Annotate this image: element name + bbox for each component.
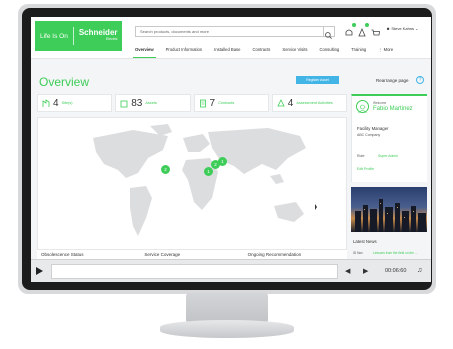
mouse-cursor-icon xyxy=(315,204,317,210)
profile-role: Facility Manager xyxy=(357,126,389,131)
latest-news-heading: Latest News xyxy=(353,239,377,244)
monitor-bezel: Life Is On Schneider Electric Search pro… xyxy=(22,8,432,290)
top-header: Life Is On Schneider Electric Search pro… xyxy=(31,17,431,59)
nav-more[interactable]: ⋮ More xyxy=(372,45,399,57)
chevron-down-icon: ⌄ xyxy=(415,26,419,31)
stat-assets-count: 83 xyxy=(131,97,143,109)
monitor-stand-base xyxy=(160,320,294,338)
forward-icon[interactable]: ▶ xyxy=(363,267,368,275)
main-nav: Overview Product Information Installed B… xyxy=(129,45,399,58)
notification-icon[interactable] xyxy=(345,23,356,36)
welcome-label: Welcome xyxy=(373,101,387,105)
page-title: Overview xyxy=(39,75,90,89)
map-marker[interactable]: 1 xyxy=(218,157,227,166)
cart-icon[interactable] xyxy=(371,25,380,36)
asset-icon xyxy=(120,100,128,107)
search-icon xyxy=(325,32,332,39)
nav-more-label: More xyxy=(383,47,394,52)
map-marker[interactable]: 2 xyxy=(161,165,170,174)
help-icon[interactable]: ? xyxy=(416,76,424,84)
tab-ongoing-recommendation[interactable]: Ongoing Recommendation xyxy=(244,250,347,259)
video-progress-track[interactable] xyxy=(51,264,338,279)
tab-service-coverage[interactable]: Service Coverage xyxy=(140,250,243,259)
avatar[interactable] xyxy=(356,100,369,114)
news-link[interactable]: Lessons from the field on the ... xyxy=(373,251,425,255)
user-menu[interactable]: ☻ Steve Kahns ⌄ xyxy=(386,26,419,31)
bottom-tabs: Obsolescence Status Service Coverage Ong… xyxy=(37,249,347,259)
news-image[interactable] xyxy=(351,187,427,232)
monitor-stand-neck xyxy=(186,293,268,323)
news-id: ID Nov xyxy=(353,251,363,255)
tab-obsolescence-status[interactable]: Obsolescence Status xyxy=(37,250,140,259)
stat-assessments[interactable]: 4 Assessment Activities xyxy=(271,94,347,112)
stat-contracts[interactable]: 7 Contracts xyxy=(193,94,269,112)
volume-icon[interactable]: ♫ xyxy=(417,267,422,274)
profile-card: Welcome Fabio Martinez Facility Manager … xyxy=(351,94,427,182)
nav-training[interactable]: Training xyxy=(345,45,372,57)
user-icon: ☻ xyxy=(386,26,391,31)
nav-product-information[interactable]: Product Information xyxy=(160,45,209,57)
logo-divider xyxy=(72,27,74,45)
assessment-icon xyxy=(277,98,285,106)
nav-contracts[interactable]: Contracts xyxy=(246,45,276,57)
register-asset-button[interactable]: Register Asset xyxy=(296,76,339,84)
alert-badge xyxy=(365,23,369,27)
user-avatar-icon xyxy=(358,104,367,114)
stat-sites-label: Site(s) xyxy=(61,101,73,105)
profile-company: ABC Company xyxy=(357,133,381,137)
stat-contracts-label: Contracts xyxy=(218,101,235,105)
world-map-card: 2 1 2 1 xyxy=(37,117,347,257)
map-marker[interactable]: 1 xyxy=(204,167,213,176)
logo-brand-sub: Electric xyxy=(106,37,118,41)
profile-role-label: Role: xyxy=(357,154,366,158)
stat-assessments-label: Assessment Activities xyxy=(296,101,333,105)
site-icon xyxy=(42,98,50,107)
world-map-land xyxy=(93,124,306,236)
stat-sites-count: 4 xyxy=(53,97,59,109)
contract-icon xyxy=(199,99,206,107)
search-placeholder: Search products, documents and more xyxy=(140,29,209,34)
city-skyline-image xyxy=(355,199,426,232)
stats-row: 4 Site(s) 83 Assets 7 Contracts 4 Assess… xyxy=(37,94,347,112)
alert-icon[interactable] xyxy=(358,23,369,37)
world-map[interactable] xyxy=(38,118,347,257)
brand-logo[interactable]: Life Is On Schneider Electric xyxy=(35,21,122,51)
notification-badge xyxy=(352,23,356,27)
stat-assets-label: Assets xyxy=(145,101,157,105)
user-name: Steve Kahns xyxy=(391,26,415,31)
video-time: 00:06:60 xyxy=(385,268,407,274)
stat-assessments-count: 4 xyxy=(287,97,294,109)
search-input[interactable]: Search products, documents and more xyxy=(135,26,335,39)
video-controls: ◀ ▶ 00:06:60 ♫ xyxy=(31,259,431,282)
profile-role-value[interactable]: Super Admin xyxy=(378,154,398,158)
edit-profile-link[interactable]: Edit Profile xyxy=(357,167,374,171)
stat-sites[interactable]: 4 Site(s) xyxy=(37,94,113,112)
rewind-icon[interactable]: ◀ xyxy=(345,267,350,275)
nav-service-visits[interactable]: Service Visits xyxy=(276,45,313,57)
play-icon[interactable] xyxy=(36,267,43,275)
screen: Life Is On Schneider Electric Search pro… xyxy=(31,17,431,282)
profile-name: Fabio Martinez xyxy=(373,106,413,112)
stat-contracts-count: 7 xyxy=(209,97,216,109)
search-button[interactable] xyxy=(323,27,334,39)
nav-overview[interactable]: Overview xyxy=(129,45,160,58)
logo-brand: Schneider Electric xyxy=(79,29,118,43)
rearrange-page-link[interactable]: Rearrange page xyxy=(376,78,409,83)
nav-installed-base[interactable]: Installed Base xyxy=(208,45,246,57)
stat-assets[interactable]: 83 Assets xyxy=(115,94,191,112)
monitor-frame: Life Is On Schneider Electric Search pro… xyxy=(18,4,436,294)
nav-consulting[interactable]: Consulting xyxy=(313,45,345,57)
header-icons xyxy=(345,23,380,37)
logo-tagline: Life Is On xyxy=(40,32,68,40)
